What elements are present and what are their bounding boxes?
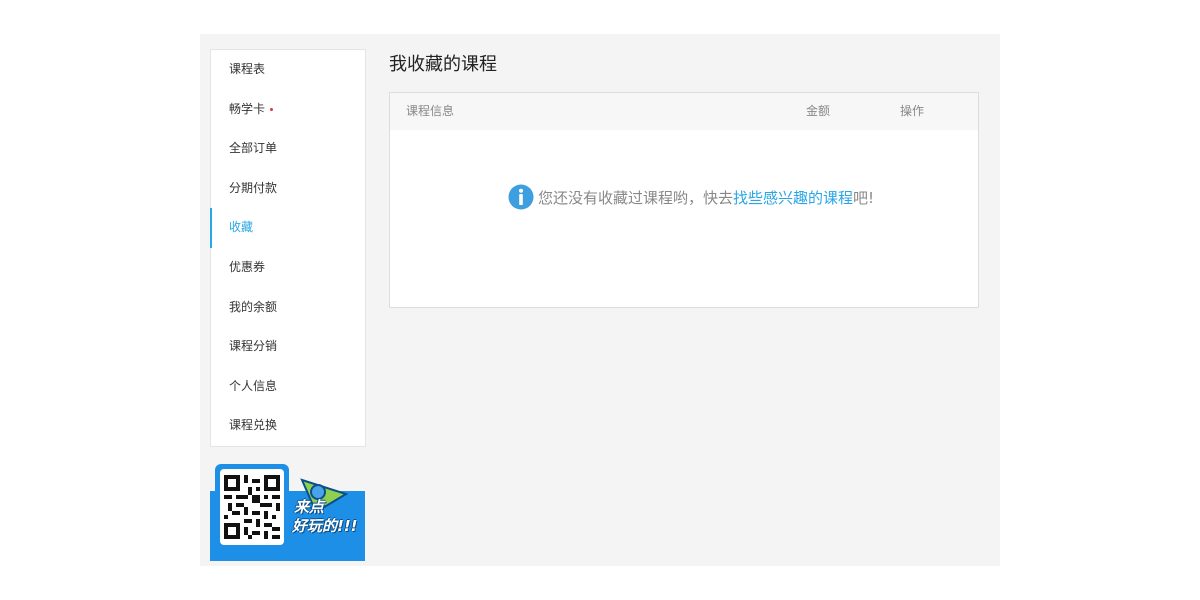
sidebar-item-label: 课程分销: [229, 339, 278, 354]
promo-slogan-line-1: 来点: [294, 498, 325, 516]
promo-slogan: 来点 好玩的!!!: [292, 498, 358, 536]
sidebar-item-label: 课程兑换: [229, 418, 278, 433]
info-icon: [508, 184, 534, 209]
qr-promo-banner[interactable]: 来点 好玩的!!!: [210, 464, 365, 561]
sidebar-item-label: 个人信息: [229, 378, 278, 393]
sidebar-item-favorites[interactable]: 收藏: [210, 208, 365, 248]
sidebar-item-profile[interactable]: 个人信息: [211, 367, 365, 407]
sidebar-item-label: 收藏: [229, 220, 254, 235]
empty-state-message: 您还没有收藏过课程哟，快去找些感兴趣的课程吧!: [508, 183, 874, 213]
empty-state-suffix: 吧!: [853, 189, 875, 207]
sidebar-item-all-orders[interactable]: 全部订单: [211, 129, 365, 169]
sidebar-item-schedule[interactable]: 课程表: [211, 50, 365, 90]
sidebar-item-redeem[interactable]: 课程兑换: [211, 406, 365, 446]
column-header-actions: 操作: [900, 104, 925, 118]
table-header: 课程信息 金额 操作: [390, 93, 978, 130]
sidebar-item-label: 分期付款: [229, 180, 278, 195]
qr-code: [220, 469, 284, 545]
sidebar-item-distribution[interactable]: 课程分销: [211, 327, 365, 367]
sidebar-item-installments[interactable]: 分期付款: [211, 169, 365, 209]
page-container: 课程表 畅学卡 全部订单 分期付款 收藏 优惠券 我的余额 课程分销 个人信息 …: [200, 34, 1000, 566]
sidebar-item-label: 畅学卡: [229, 101, 266, 116]
notification-dot: [270, 107, 274, 111]
sidebar-item-label: 我的余额: [229, 299, 278, 314]
promo-slogan-line-2: 好玩的!!!: [292, 517, 358, 535]
page-title: 我收藏的课程: [389, 54, 497, 75]
empty-state-prefix: 您还没有收藏过课程哟，快去: [538, 189, 734, 207]
sidebar-item-label: 课程表: [229, 62, 266, 76]
column-header-amount: 金额: [806, 104, 831, 118]
sidebar-item-study-card[interactable]: 畅学卡: [211, 90, 365, 130]
sidebar-item-label: 全部订单: [229, 141, 278, 156]
sidebar-item-coupons[interactable]: 优惠券: [211, 248, 365, 288]
sidebar-menu: 课程表 畅学卡 全部订单 分期付款 收藏 优惠券 我的余额 课程分销 个人信息 …: [210, 49, 366, 447]
sidebar-item-balance[interactable]: 我的余额: [211, 288, 365, 328]
column-header-course-info: 课程信息: [406, 104, 455, 118]
favorites-table: 课程信息 金额 操作 您还没有收藏过课程哟，快去找些感兴趣的课程吧!: [389, 92, 979, 308]
find-courses-link[interactable]: 找些感兴趣的课程: [733, 189, 853, 207]
sidebar-item-label: 优惠券: [229, 259, 266, 274]
